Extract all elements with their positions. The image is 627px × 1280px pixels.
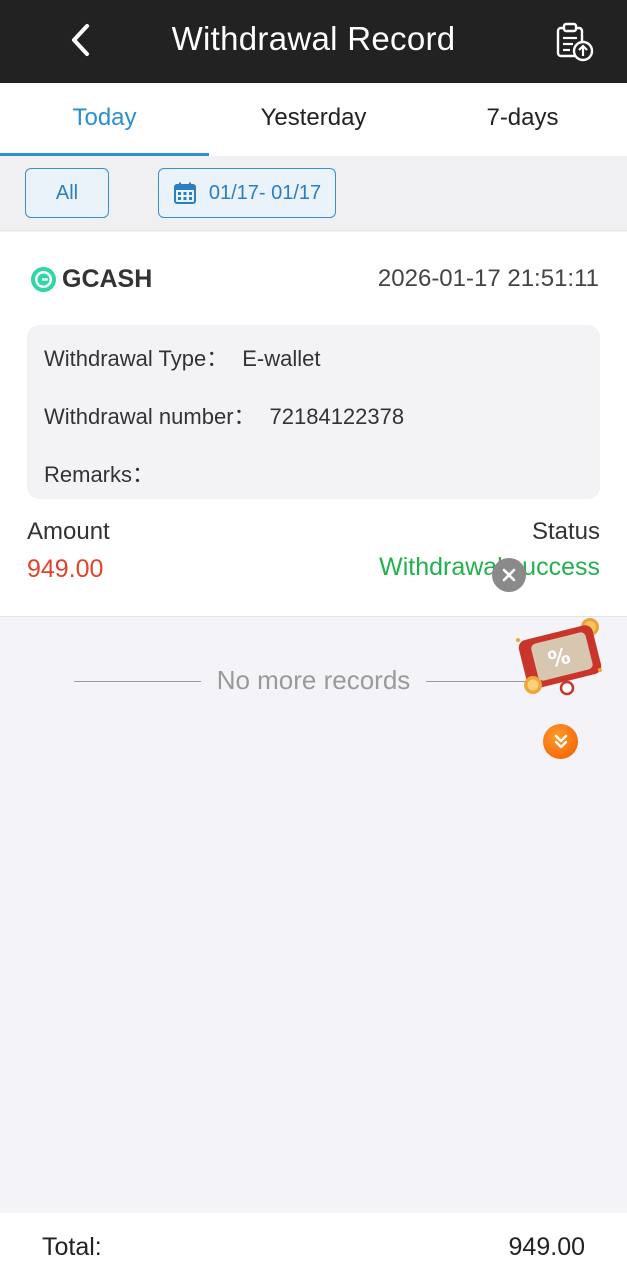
withdrawal-number-label: Withdrawal number： [44,404,256,429]
expand-promo-button[interactable] [543,724,578,759]
gcash-logo-icon [30,266,57,293]
record-details: Withdrawal Type： E-wallet Withdrawal numb… [27,325,600,499]
filter-all-button[interactable]: All [25,168,109,218]
total-value: 949.00 [508,1233,585,1261]
amount-label: Amount [27,518,110,545]
filter-bar: All 01/17- 01/17 [0,156,627,231]
discount-coupon-icon: % [516,618,602,696]
withdrawal-type-label: Withdrawal Type： [44,346,229,371]
double-chevron-down-icon [554,734,567,748]
date-range-button[interactable]: 01/17- 01/17 [158,168,336,218]
close-icon [502,568,516,582]
withdrawal-type-value: E-wallet [242,346,321,371]
provider-name: GCASH [62,265,153,293]
status-value: Withdrawal success [379,553,600,581]
date-tabs: Today Yesterday 7-days [0,83,627,156]
app-header: Withdrawal Record [0,0,627,83]
records-export-button[interactable] [553,20,597,64]
close-promo-button[interactable] [492,558,526,592]
promo-floating-widget[interactable]: % [512,612,612,700]
total-label: Total: [42,1233,102,1261]
calendar-icon [173,182,196,204]
withdrawal-record-card[interactable]: GCASH 2026-01-17 21:51:11 Withdrawal Typ… [0,232,627,617]
remarks-row: Remarks： [44,457,168,489]
withdrawal-number-value: 72184122378 [269,404,405,429]
clipboard-upload-icon [556,22,594,62]
amount-value: 949.00 [27,555,104,583]
remarks-label: Remarks： [44,462,155,487]
page-title: Withdrawal Record [171,20,456,57]
withdrawal-type-row: Withdrawal Type： E-wallet [44,341,320,373]
record-timestamp: 2026-01-17 21:51:11 [377,265,599,292]
withdrawal-number-row: Withdrawal number： 72184122378 [44,399,404,431]
total-bar: Total: 949.00 [0,1213,627,1280]
date-range-label: 01/17- 01/17 [208,181,322,204]
tab-yesterday[interactable]: Yesterday [209,83,418,156]
status-label: Status [531,518,600,545]
provider: GCASH [30,265,152,294]
tab-today[interactable]: Today [0,83,209,156]
tab-7-days[interactable]: 7-days [418,83,627,156]
